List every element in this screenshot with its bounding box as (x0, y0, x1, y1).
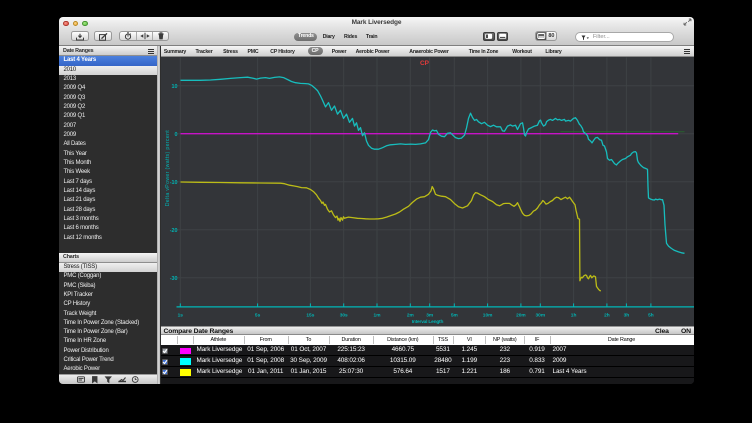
svg-text:Interval Length: Interval Length (411, 318, 443, 324)
svg-text:3m: 3m (426, 312, 433, 318)
svg-text:5m: 5m (450, 312, 457, 318)
svg-text:2m: 2m (406, 312, 413, 318)
svg-text:CP: CP (419, 59, 429, 66)
svg-text:-20: -20 (169, 227, 177, 233)
svg-text:-30: -30 (169, 275, 177, 281)
svg-text:5h: 5h (648, 312, 654, 318)
svg-text:2h: 2h (604, 312, 610, 318)
svg-text:30s: 30s (339, 312, 347, 318)
svg-text:20m: 20m (516, 312, 526, 318)
svg-text:10: 10 (171, 83, 177, 89)
svg-text:0: 0 (174, 131, 177, 137)
svg-text:Delta vPower (watts) percent: Delta vPower (watts) percent (165, 129, 171, 206)
svg-text:1h: 1h (570, 312, 576, 318)
svg-text:5s: 5s (254, 312, 260, 318)
svg-text:15s: 15s (306, 312, 314, 318)
svg-text:10m: 10m (482, 312, 492, 318)
svg-text:1m: 1m (373, 312, 380, 318)
svg-text:1s: 1s (177, 312, 183, 318)
svg-text:3h: 3h (623, 312, 629, 318)
svg-text:30m: 30m (535, 312, 545, 318)
